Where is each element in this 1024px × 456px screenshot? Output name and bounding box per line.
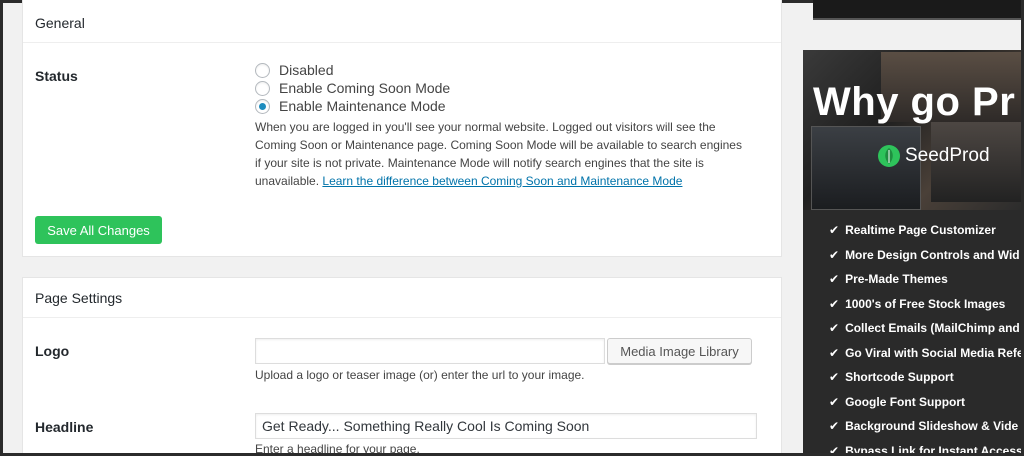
status-description-line: if your site is not private. Maintenance…: [255, 156, 704, 170]
status-description-line: unavailable. Learn the difference betwee…: [255, 172, 765, 190]
radio-disabled[interactable]: [255, 62, 270, 78]
check-icon: ✔: [829, 345, 840, 360]
logo-input[interactable]: [255, 338, 605, 364]
status-description-line: Coming Soon or Maintenance page. Coming …: [255, 138, 742, 152]
promo-screenshot: [811, 126, 921, 210]
promo-top-image: [813, 0, 1021, 20]
promo-feature-text: Pre-Made Themes: [845, 272, 948, 287]
radio-maintenance[interactable]: [255, 98, 270, 114]
pro-promo-banner[interactable]: Why go Pr SeedProd ✔ Realtime Page Custom…: [803, 50, 1021, 456]
window-frame-left: [0, 0, 3, 456]
promo-feature: ✔ Pre-Made Themes: [829, 267, 1021, 292]
general-panel: General Status Disabled Enable Coming So…: [22, 0, 782, 257]
promo-feature-text: Go Viral with Social Media Refe: [845, 345, 1021, 360]
promo-feature-list: ✔ Realtime Page Customizer ✔ More Design C…: [829, 218, 1021, 456]
promo-feature-text: Realtime Page Customizer: [845, 223, 996, 238]
promo-feature: ✔ Go Viral with Social Media Refe: [829, 341, 1021, 366]
seedprod-logo: SeedProd: [877, 144, 990, 168]
status-description-tail: unavailable.: [255, 174, 320, 188]
check-icon: ✔: [829, 370, 840, 385]
status-option-coming-soon[interactable]: Enable Coming Soon Mode: [255, 80, 450, 96]
radio-coming-soon[interactable]: [255, 80, 270, 96]
promo-background-image: [803, 50, 1021, 210]
check-icon: ✔: [829, 223, 840, 238]
logo-label: Logo: [35, 343, 70, 359]
status-description-line: When you are logged in you'll see your n…: [255, 120, 716, 134]
check-icon: ✔: [829, 272, 840, 287]
seedprod-leaf-icon: [878, 145, 900, 167]
page-settings-panel: Page Settings Logo Media Image Library U…: [22, 277, 782, 456]
promo-feature-text: Background Slideshow & Vide: [845, 419, 1019, 434]
general-panel-title: General: [23, 0, 781, 43]
promo-feature: ✔ Realtime Page Customizer: [829, 218, 1021, 243]
status-label: Status: [35, 68, 78, 84]
promo-feature: ✔ Background Slideshow & Vide: [829, 414, 1021, 439]
headline-input[interactable]: Get Ready... Something Really Cool Is Co…: [255, 413, 757, 439]
media-image-library-button[interactable]: Media Image Library: [607, 338, 752, 364]
status-option-maintenance[interactable]: Enable Maintenance Mode: [255, 98, 446, 114]
check-icon: ✔: [829, 296, 840, 311]
check-icon: ✔: [829, 321, 840, 336]
check-icon: ✔: [829, 394, 840, 409]
promo-feature-text: Google Font Support: [845, 394, 966, 409]
promo-title: Why go Pr: [813, 80, 1016, 124]
radio-maintenance-label: Enable Maintenance Mode: [279, 98, 446, 114]
promo-feature: ✔ Google Font Support: [829, 390, 1021, 415]
seedprod-brand-text: SeedProd: [905, 145, 990, 166]
save-all-changes-button[interactable]: Save All Changes: [35, 216, 162, 244]
promo-feature: ✔ More Design Controls and Wid: [829, 243, 1021, 268]
check-icon: ✔: [829, 247, 840, 262]
radio-disabled-label: Disabled: [279, 62, 334, 78]
learn-difference-link[interactable]: Learn the difference between Coming Soon…: [322, 174, 682, 188]
radio-coming-soon-label: Enable Coming Soon Mode: [279, 80, 451, 96]
promo-feature-text: 1000's of Free Stock Images: [845, 296, 1006, 311]
headline-label: Headline: [35, 419, 94, 435]
check-icon: ✔: [829, 419, 840, 434]
page-settings-title: Page Settings: [23, 278, 781, 318]
status-description: When you are logged in you'll see your n…: [255, 118, 765, 190]
status-option-disabled[interactable]: Disabled: [255, 62, 333, 78]
promo-feature-text: Shortcode Support: [845, 370, 954, 385]
promo-feature-text: More Design Controls and Wid: [845, 247, 1020, 262]
logo-hint: Upload a logo or teaser image (or) enter…: [255, 368, 585, 382]
promo-feature: ✔ 1000's of Free Stock Images: [829, 292, 1021, 317]
promo-feature: ✔ Shortcode Support: [829, 365, 1021, 390]
promo-feature: ✔ Collect Emails (MailChimp and: [829, 316, 1021, 341]
promo-feature-text: Collect Emails (MailChimp and: [845, 321, 1020, 336]
